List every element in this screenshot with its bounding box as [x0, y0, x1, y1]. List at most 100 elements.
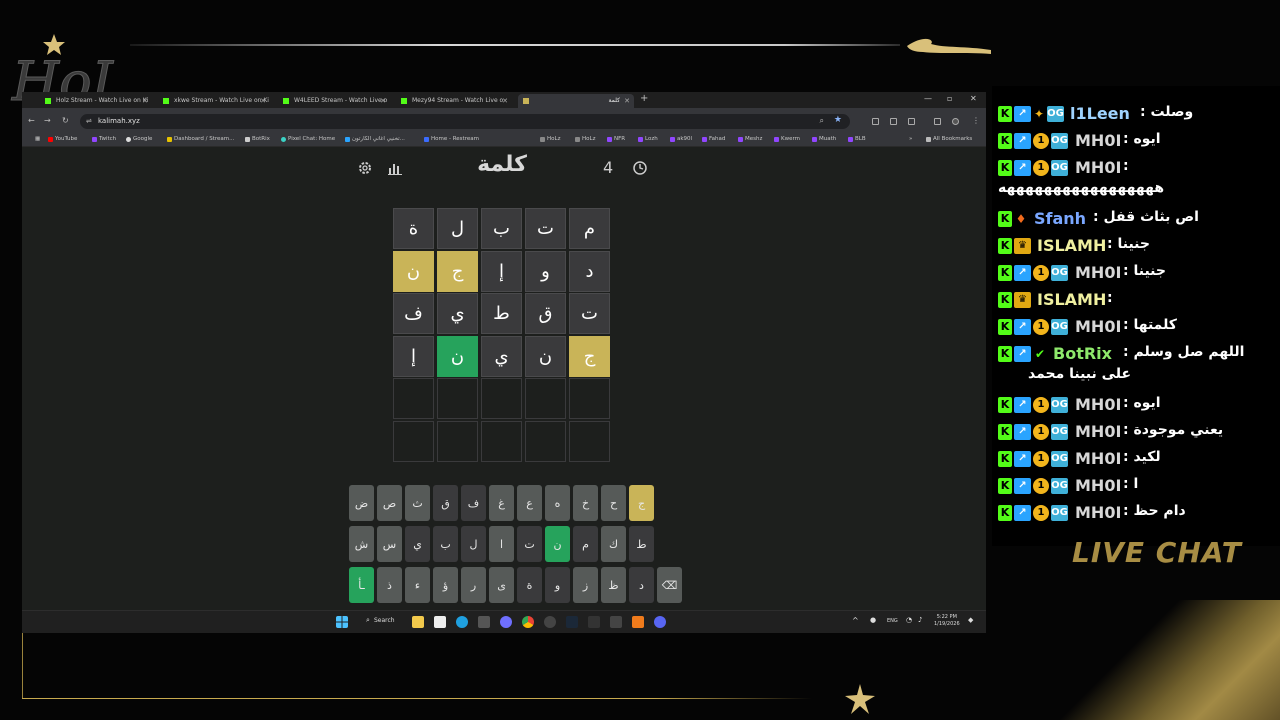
zoom-icon[interactable]: ⌕	[820, 116, 824, 126]
more-bookmarks-icon[interactable]: »	[902, 136, 912, 142]
bookmark-item[interactable]: BotRix	[245, 136, 270, 142]
settings-gear-icon[interactable]	[357, 160, 373, 176]
app-icon[interactable]	[478, 616, 490, 628]
reload-icon[interactable]: ↻	[62, 116, 69, 125]
menu-icon[interactable]: ⋮	[972, 116, 980, 125]
browser-tab[interactable]: xkwe Stream - Watch Live on Ki ✕	[158, 94, 270, 108]
all-bookmarks[interactable]: All Bookmarks	[926, 136, 972, 142]
bookmark-item[interactable]: BLB	[848, 136, 866, 142]
new-tab-icon[interactable]: +	[640, 93, 648, 104]
chat-username[interactable]: MH0I	[1075, 263, 1121, 282]
chat-username[interactable]: ISLAMH	[1037, 290, 1106, 309]
address-bar[interactable]: ⇌ kalimah.xyz ⌕ ★	[80, 114, 850, 129]
keyboard-key[interactable]: ظ	[601, 567, 626, 603]
keyboard-key[interactable]: ق	[433, 485, 458, 521]
bookmark-item[interactable]: Kwerm	[774, 136, 800, 142]
bookmark-item[interactable]: YouTube	[48, 136, 77, 142]
keyboard-key[interactable]: ء	[405, 567, 430, 603]
keyboard-key[interactable]: ت	[517, 526, 542, 562]
bookmark-item[interactable]: NFR	[607, 136, 625, 142]
bookmark-item[interactable]: Muath	[812, 136, 836, 142]
back-icon[interactable]: ←	[28, 116, 35, 125]
edge-icon[interactable]	[456, 616, 468, 628]
keyboard-key[interactable]: ؤ	[433, 567, 458, 603]
bookmark-item[interactable]: Fahad	[702, 136, 725, 142]
extension-icon[interactable]	[872, 118, 879, 125]
close-tab-icon[interactable]: ✕	[502, 94, 508, 108]
keyboard-key[interactable]: ض	[349, 485, 374, 521]
browser-tab[interactable]: Mezy94 Stream - Watch Live o ✕	[396, 94, 512, 108]
close-tab-icon[interactable]: ✕	[260, 94, 266, 108]
volume-icon[interactable]: ♪	[918, 616, 922, 624]
forward-icon[interactable]: →	[44, 116, 51, 125]
chat-username[interactable]: Sfanh	[1034, 209, 1086, 228]
browser-tab[interactable]: Holz Stream - Watch Live on Ki ✕	[40, 94, 152, 108]
language-indicator[interactable]: ENG	[887, 618, 898, 624]
file-explorer-icon[interactable]	[412, 616, 424, 628]
keyboard-key[interactable]: خ	[573, 485, 598, 521]
keyboard-key[interactable]: غ	[489, 485, 514, 521]
keyboard-key[interactable]: ب	[433, 526, 458, 562]
keyboard-key[interactable]: ث	[405, 485, 430, 521]
keyboard-key[interactable]: ص	[377, 485, 402, 521]
bookmark-item[interactable]: Meshz	[738, 136, 762, 142]
profile-avatar[interactable]	[952, 118, 959, 125]
close-window-icon[interactable]: ✕	[970, 94, 977, 103]
chat-username[interactable]: MH0I	[1075, 449, 1121, 468]
store-icon[interactable]	[434, 616, 446, 628]
taskbar-search[interactable]: Search	[374, 617, 395, 624]
keyboard-key[interactable]: ة	[517, 567, 542, 603]
timer-clock-icon[interactable]	[632, 160, 648, 176]
keyboard-key[interactable]: ى	[489, 567, 514, 603]
chat-username[interactable]: MH0I	[1075, 503, 1121, 522]
extensions-icon[interactable]	[934, 118, 941, 125]
backspace-key[interactable]: ⌫	[657, 567, 682, 603]
chat-username[interactable]: BotRix	[1053, 344, 1112, 363]
bookmark-item[interactable]: Dashboard / Stream...	[167, 136, 234, 142]
keyboard-key[interactable]: ه	[545, 485, 570, 521]
bookmark-item[interactable]: HoLz	[575, 136, 595, 142]
network-icon[interactable]: ◔	[906, 616, 912, 624]
stats-chart-icon[interactable]	[387, 160, 403, 176]
browser-tab[interactable]: W4LEED Stream - Watch Live o ✕	[278, 94, 390, 108]
app-icon[interactable]	[654, 616, 666, 628]
keyboard-key[interactable]: ج	[629, 485, 654, 521]
chrome-icon[interactable]	[522, 616, 534, 628]
keyboard-key[interactable]: ط	[629, 526, 654, 562]
keyboard-key[interactable]: ش	[349, 526, 374, 562]
chat-username[interactable]: MH0I	[1075, 317, 1121, 336]
chat-username[interactable]: MH0I	[1075, 158, 1121, 177]
keyboard-key[interactable]: ف	[461, 485, 486, 521]
steam-icon[interactable]	[566, 616, 578, 628]
bookmark-item[interactable]: Home - Restream	[424, 136, 479, 142]
chat-username[interactable]: ISLAMH	[1037, 236, 1106, 255]
bookmark-item[interactable]: Pixel Chat: Home	[281, 136, 335, 142]
app-icon[interactable]	[588, 616, 600, 628]
chat-username[interactable]: MH0I	[1075, 395, 1121, 414]
bookmark-item[interactable]: تخنيي اغاني الكارتون...	[345, 136, 405, 142]
keyboard-key[interactable]: ح	[601, 485, 626, 521]
keyboard-key[interactable]: ك	[601, 526, 626, 562]
minimize-icon[interactable]: —	[924, 94, 932, 103]
bookmark-item[interactable]: ak90l	[670, 136, 692, 142]
windows-start-icon[interactable]	[336, 616, 348, 628]
browser-tab-active[interactable]: كلمة ✕	[518, 94, 634, 108]
chat-username[interactable]: MH0I	[1075, 476, 1121, 495]
keyboard-key[interactable]: ي	[405, 526, 430, 562]
keyboard-key[interactable]: د	[629, 567, 654, 603]
bookmark-item[interactable]: Google	[126, 136, 152, 142]
keyboard-key[interactable]: ل	[461, 526, 486, 562]
bookmark-item[interactable]: Twitch	[92, 136, 116, 142]
extension-icon[interactable]	[908, 118, 915, 125]
search-icon[interactable]: ⌕	[366, 616, 370, 625]
close-tab-icon[interactable]: ✕	[380, 94, 386, 108]
obs-icon[interactable]	[544, 616, 556, 628]
keyboard-key[interactable]: ع	[517, 485, 542, 521]
maximize-icon[interactable]: ▫	[947, 94, 952, 103]
app-icon[interactable]	[632, 616, 644, 628]
taskbar-clock[interactable]: 5:22 PM 1/19/2026	[934, 614, 960, 628]
keyboard-key[interactable]: ن	[545, 526, 570, 562]
mic-icon[interactable]: ●	[870, 616, 876, 624]
bookmark-item[interactable]: HoLz	[540, 136, 560, 142]
tray-chevron-icon[interactable]: ^	[852, 616, 859, 625]
